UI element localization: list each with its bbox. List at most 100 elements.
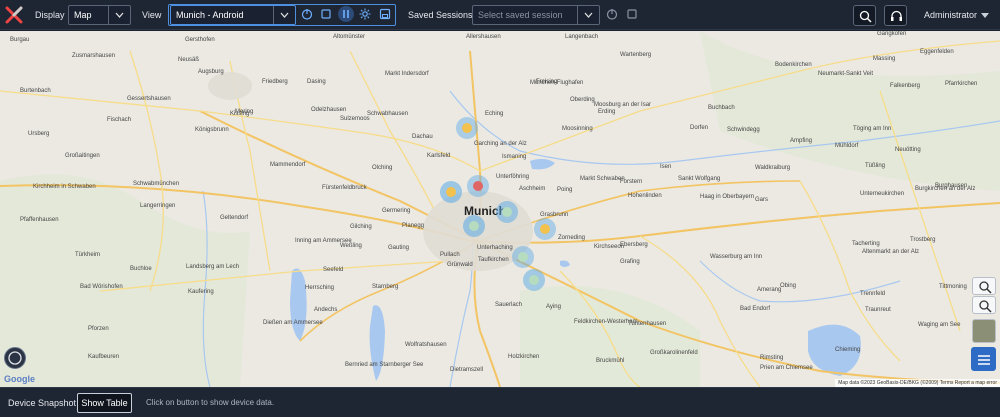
town-label: Dasing <box>307 79 326 85</box>
town-label: Bodenkirchen <box>775 62 812 68</box>
display-label: Display <box>35 10 65 20</box>
session-stop-button[interactable] <box>624 6 640 22</box>
locate-button[interactable] <box>4 347 26 369</box>
town-label: Wolfratshausen <box>405 342 447 348</box>
cluster-core <box>502 207 512 217</box>
user-menu[interactable]: Administrator <box>924 10 977 20</box>
map-attribution[interactable]: Map data ©2023 GeoBasis-DE/BKG (©2009) T… <box>835 379 1000 387</box>
town-label: Starnberg <box>372 284 399 290</box>
power-button[interactable] <box>299 6 315 22</box>
circle-icon <box>8 351 22 365</box>
town-label: Planegg <box>402 223 425 229</box>
search-icon <box>859 10 872 23</box>
view-label: View <box>142 10 162 20</box>
town-label: Gersthofen <box>185 37 215 43</box>
top-toolbar: Display Map View Munich - Android Saved … <box>0 0 1000 30</box>
town-label: Poing <box>557 187 573 193</box>
town-label: Unterhaching <box>477 245 513 251</box>
town-label: Unterföhring <box>496 174 530 180</box>
support-button[interactable] <box>884 5 907 26</box>
town-label: Zusmarshausen <box>72 53 116 59</box>
settings-gear-icon[interactable] <box>357 6 373 22</box>
map-view[interactable]: Munich Burgau Gersthofen Altomünster Allers… <box>0 31 1000 387</box>
town-label: Gars <box>755 197 769 203</box>
town-label: Trostberg <box>910 237 936 243</box>
town-label: Taufkirchen <box>478 257 509 263</box>
device-cluster[interactable] <box>534 218 556 240</box>
town-label: Falkenberg <box>890 83 921 89</box>
town-label: Holzkirchen <box>508 354 540 360</box>
town-label: Neusäß <box>178 57 200 63</box>
town-label: Ismaning <box>502 154 527 160</box>
satellite-layer-toggle[interactable] <box>972 319 996 343</box>
layers-menu-button[interactable] <box>971 347 996 371</box>
hamburger-menu-icon <box>978 355 990 365</box>
town-label: Gessertshausen <box>127 96 171 102</box>
cluster-core <box>469 221 479 231</box>
town-label: Gilching <box>350 224 372 230</box>
town-label: Oberding <box>570 97 595 103</box>
cluster-core <box>473 181 483 191</box>
display-select-value: Map <box>74 10 92 20</box>
town-label: Augsburg <box>198 69 224 75</box>
town-label: Königsbrunn <box>195 127 229 133</box>
device-cluster[interactable] <box>512 246 534 268</box>
town-label: Langerringen <box>140 203 176 209</box>
chevron-down-icon[interactable] <box>273 6 295 24</box>
town-label: Ebersberg <box>620 242 648 248</box>
town-label: Seefeld <box>323 267 344 273</box>
town-label: Garching an der Alz <box>474 141 527 147</box>
display-select[interactable]: Map <box>68 5 131 25</box>
device-cluster[interactable] <box>440 181 462 203</box>
town-label: Burtenbach <box>20 88 51 94</box>
town-label: Waging am See <box>918 322 961 328</box>
chevron-down-icon[interactable] <box>981 13 989 18</box>
town-label: Burgkirchen an der Alz <box>915 186 976 192</box>
device-cluster[interactable] <box>456 117 478 139</box>
show-table-button[interactable]: Show Table <box>77 393 132 413</box>
saved-sessions-label: Saved Sessions <box>408 10 473 20</box>
save-icon[interactable] <box>377 6 393 22</box>
town-label: Isen <box>660 164 672 170</box>
app-logo-icon <box>5 6 23 24</box>
town-label: Dietramszell <box>450 367 484 373</box>
town-label: Moosinning <box>562 126 593 132</box>
zoom-out-icon <box>979 300 992 313</box>
town-label: Gangkofen <box>877 31 907 37</box>
town-label: Kaufbeuren <box>88 354 120 360</box>
town-label: Waldkraiburg <box>755 165 791 171</box>
device-cluster[interactable] <box>463 215 485 237</box>
zoom-out-button[interactable] <box>972 296 996 314</box>
town-label: Dießen am Ammersee <box>263 320 323 326</box>
town-label: Mammendorf <box>270 162 306 168</box>
town-label: Altomünster <box>333 34 366 40</box>
town-label: Kirchheim in Schwaben <box>33 184 96 190</box>
device-cluster[interactable] <box>523 269 545 291</box>
chevron-down-icon[interactable] <box>577 6 599 24</box>
view-select[interactable]: Munich - Android <box>170 5 296 25</box>
stop-button[interactable] <box>318 6 334 22</box>
town-label: Ampfing <box>790 138 813 144</box>
town-label: Chieming <box>835 347 861 353</box>
town-label: Sauerlach <box>495 302 523 308</box>
town-label: Buchloe <box>130 266 152 272</box>
town-label: Amerang <box>757 287 782 293</box>
town-label: Tacherting <box>852 241 880 247</box>
saved-session-select[interactable]: Select saved session <box>472 5 600 25</box>
town-label: Wasserburg am Inn <box>710 254 763 260</box>
device-cluster[interactable] <box>496 201 518 223</box>
search-button[interactable] <box>853 5 876 26</box>
town-label: Grafing <box>620 259 640 265</box>
town-label: Türkheim <box>75 252 101 258</box>
session-power-button[interactable] <box>604 6 620 22</box>
town-label: Großaitingen <box>65 153 100 159</box>
pause-button[interactable] <box>338 6 354 22</box>
town-label: Markt Indersdorf <box>385 71 429 77</box>
device-cluster[interactable] <box>467 175 489 197</box>
town-label: Schwabmünchen <box>133 181 180 187</box>
zoom-in-button[interactable] <box>972 277 996 295</box>
town-label: Bruckmühl <box>596 358 625 364</box>
chevron-down-icon[interactable] <box>108 6 130 24</box>
town-label: Mühldorf <box>835 143 859 149</box>
town-label: Kissing <box>230 111 250 117</box>
